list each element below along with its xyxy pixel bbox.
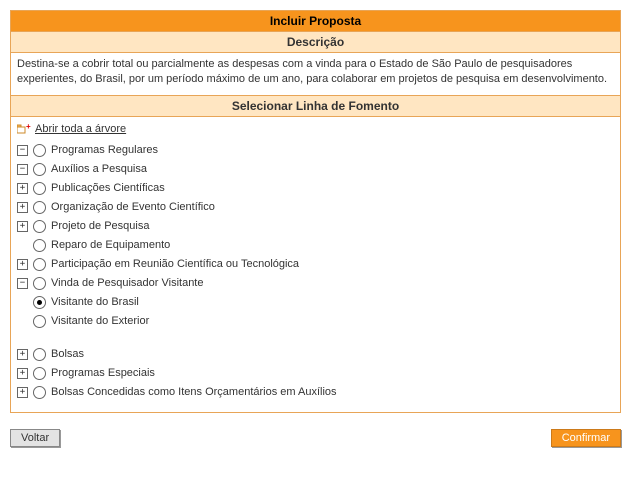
description-header: Descrição [11, 31, 620, 53]
tree-node-bolsas-concedidas: + Bolsas Concedidas como Itens Orçamentá… [17, 383, 614, 402]
tree-body: + Abrir toda a árvore − Programas Regula… [11, 117, 620, 412]
tree-label: Projeto de Pesquisa [51, 220, 149, 232]
radio-participacao-reuniao[interactable] [33, 258, 46, 271]
radio-publicacoes[interactable] [33, 182, 46, 195]
radio-organizacao-evento[interactable] [33, 201, 46, 214]
tree-label: Organização de Evento Científico [51, 201, 215, 213]
radio-bolsas[interactable] [33, 348, 46, 361]
expand-icon[interactable]: + [17, 202, 28, 213]
radio-vinda-pesquisador[interactable] [33, 277, 46, 290]
tree-label: Reparo de Equipamento [51, 239, 170, 251]
tree-node-programas-especiais: + Programas Especiais [17, 364, 614, 383]
tree-header: Selecionar Linha de Fomento [11, 95, 620, 117]
tree-label: Bolsas Concedidas como Itens Orçamentári… [51, 386, 337, 398]
collapse-icon[interactable]: − [17, 164, 28, 175]
radio-visitante-brasil[interactable] [33, 296, 46, 309]
radio-reparo-equipamento[interactable] [33, 239, 46, 252]
tree-label: Programas Regulares [51, 144, 158, 156]
expand-icon[interactable]: + [17, 387, 28, 398]
tree-node-participacao-reuniao: + Participação em Reunião Científica ou … [17, 255, 614, 274]
open-all-link[interactable]: Abrir toda a árvore [35, 123, 126, 135]
description-text: Destina-se a cobrir total ou parcialment… [11, 53, 620, 95]
tree-label: Bolsas [51, 348, 84, 360]
tree-expand-all-icon: + [17, 123, 31, 135]
spacer [17, 297, 28, 308]
tree-label: Visitante do Exterior [51, 315, 149, 327]
tree-label: Visitante do Brasil [51, 296, 139, 308]
tree-node-reparo-equipamento: Reparo de Equipamento [17, 236, 614, 255]
collapse-icon[interactable]: − [17, 278, 28, 289]
tree-node-programas-regulares: − Programas Regulares [17, 141, 614, 160]
radio-programas-regulares[interactable] [33, 144, 46, 157]
expand-icon[interactable]: + [17, 368, 28, 379]
tree-node-publicacoes: + Publicações Científicas [17, 179, 614, 198]
radio-projeto-pesquisa[interactable] [33, 220, 46, 233]
expand-icon[interactable]: + [17, 221, 28, 232]
tree-node-bolsas: + Bolsas [17, 345, 614, 364]
radio-bolsas-concedidas[interactable] [33, 386, 46, 399]
tree-node-visitante-exterior: Visitante do Exterior [17, 312, 614, 331]
svg-text:+: + [26, 123, 31, 131]
confirm-button[interactable]: Confirmar [551, 429, 621, 447]
expand-icon[interactable]: + [17, 183, 28, 194]
page-title: Incluir Proposta [11, 11, 620, 31]
radio-programas-especiais[interactable] [33, 367, 46, 380]
tree-label: Publicações Científicas [51, 182, 165, 194]
spacer [17, 316, 28, 327]
radio-visitante-exterior[interactable] [33, 315, 46, 328]
expand-icon[interactable]: + [17, 259, 28, 270]
tree-node-visitante-brasil: Visitante do Brasil [17, 293, 614, 312]
tree-label: Participação em Reunião Científica ou Te… [51, 258, 299, 270]
tree-label: Auxílios a Pesquisa [51, 163, 147, 175]
radio-auxilios-pesquisa[interactable] [33, 163, 46, 176]
expand-icon[interactable]: + [17, 349, 28, 360]
tree-label: Vinda de Pesquisador Visitante [51, 277, 203, 289]
tree-node-auxilios-pesquisa: − Auxílios a Pesquisa [17, 160, 614, 179]
main-panel: Incluir Proposta Descrição Destina-se a … [10, 10, 621, 413]
button-row: Voltar Confirmar [10, 429, 621, 447]
tree-node-vinda-pesquisador: − Vinda de Pesquisador Visitante [17, 274, 614, 293]
back-button[interactable]: Voltar [10, 429, 60, 447]
collapse-icon[interactable]: − [17, 145, 28, 156]
tree-node-organizacao-evento: + Organização de Evento Científico [17, 198, 614, 217]
tree-node-projeto-pesquisa: + Projeto de Pesquisa [17, 217, 614, 236]
spacer [17, 240, 28, 251]
tree-label: Programas Especiais [51, 367, 155, 379]
